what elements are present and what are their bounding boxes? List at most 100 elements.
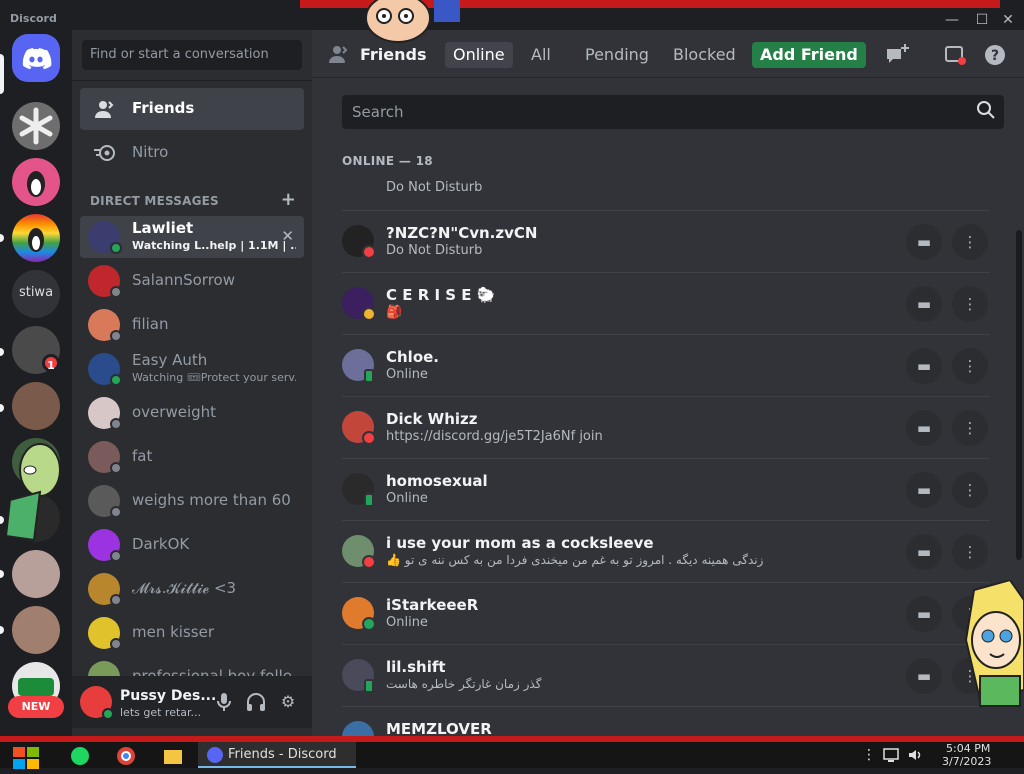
avatar [88, 661, 120, 676]
search-placeholder: Search [352, 103, 404, 121]
friends-search-input[interactable]: Search [342, 95, 1004, 129]
friend-status-text: 👍 زندگی همینه دیگه . امروز تو به غم من م… [386, 553, 764, 567]
friend-status-text: https://discord.gg/je5T2Ja6Nf join [386, 429, 603, 444]
server-icon[interactable] [12, 158, 60, 206]
friend-row[interactable]: Dick Whizz https://discord.gg/je5T2Ja6Nf… [342, 396, 990, 458]
message-icon[interactable]: ▬ [906, 286, 942, 322]
dm-name: 𝓜𝓻𝓼.𝓚𝓲𝓽𝓽𝓲𝓮 <3 [132, 579, 237, 597]
server-icon[interactable] [12, 382, 60, 430]
close-dm-icon[interactable]: ✕ [281, 227, 294, 245]
server-icon[interactable] [12, 606, 60, 654]
add-friend-button[interactable]: Add Friend [752, 42, 866, 68]
more-options-icon[interactable]: ⋮ [952, 410, 988, 446]
more-options-icon[interactable]: ⋮ [952, 286, 988, 322]
dm-item[interactable]: weighs more than 60 [80, 480, 304, 522]
more-options-icon[interactable]: ⋮ [952, 534, 988, 570]
create-dm-button[interactable]: + [281, 189, 296, 210]
more-options-icon[interactable]: ⋮ [952, 348, 988, 384]
new-badge: NEW [8, 696, 64, 718]
find-conversation-input[interactable]: Find or start a conversation [82, 40, 302, 70]
mobile-status-icon [364, 369, 374, 383]
friend-row[interactable]: Chloe. Online ▬ ⋮ [342, 334, 990, 396]
microphone-icon[interactable] [212, 690, 236, 714]
tab-pending[interactable]: Pending [577, 42, 657, 68]
message-icon[interactable]: ▬ [906, 534, 942, 570]
dm-item[interactable]: Easy Auth Watching 🎟Protect your serv... [80, 348, 304, 390]
friends-icon [94, 98, 118, 120]
dm-item[interactable]: DarkOK [80, 524, 304, 566]
friend-row[interactable]: C E R I S E 🐑 🎒 ▬ ⋮ [342, 272, 990, 334]
friend-row[interactable]: lil.shift گذر زمان غارتگر خاطره هاست ▬ ⋮ [342, 644, 990, 706]
nav-label: Nitro [132, 143, 169, 161]
dm-item[interactable]: men kisser [80, 612, 304, 654]
status-dot [102, 708, 114, 720]
dm-item[interactable]: SalannSorrow [80, 260, 304, 302]
message-icon[interactable]: ▬ [906, 224, 942, 260]
friend-status-text: Online [386, 615, 428, 630]
nav-friends[interactable]: Friends [80, 88, 304, 130]
home-button[interactable] [12, 34, 60, 82]
title-bar: Discord — ☐ ✕ [0, 0, 1024, 30]
close-icon[interactable]: ✕ [998, 10, 1018, 30]
tab-all[interactable]: All [523, 42, 559, 68]
windows-start-icon[interactable] [10, 744, 42, 770]
unread-pill [0, 348, 4, 356]
message-icon[interactable]: ▬ [906, 658, 942, 694]
penguin-icon [28, 228, 44, 252]
maximize-icon[interactable]: ☐ [972, 10, 992, 30]
message-icon[interactable]: ▬ [906, 348, 942, 384]
server-icon[interactable] [12, 550, 60, 598]
network-icon[interactable] [882, 746, 900, 767]
tab-blocked[interactable]: Blocked [665, 42, 744, 68]
mention-badge: 1 [42, 354, 60, 372]
friend-name: homosexual [386, 472, 488, 490]
dm-item[interactable]: fat [80, 436, 304, 478]
dm-item[interactable]: 𝓜𝓻𝓼.𝓚𝓲𝓽𝓽𝓲𝓮 <3 [80, 568, 304, 610]
spotify-icon[interactable] [70, 746, 90, 772]
penguin-icon [27, 171, 45, 197]
friend-row[interactable]: Do Not Disturb [342, 178, 990, 206]
new-group-dm-icon[interactable] [884, 42, 910, 68]
help-icon[interactable]: ? [982, 42, 1008, 68]
more-options-icon[interactable]: ⋮ [952, 224, 988, 260]
message-icon[interactable]: ▬ [906, 596, 942, 632]
headphones-icon[interactable] [244, 690, 268, 714]
more-icon[interactable]: ⋮ [862, 747, 876, 763]
nav-nitro[interactable]: Nitro [80, 132, 304, 174]
file-explorer-icon[interactable] [162, 746, 184, 772]
chrome-icon[interactable] [116, 746, 136, 772]
taskbar-discord-button[interactable]: Friends - Discord [198, 742, 356, 768]
volume-icon[interactable] [906, 746, 924, 767]
cartoon-character-icon [964, 580, 1024, 707]
server-stiwa[interactable]: stiwa [12, 270, 60, 318]
scrollbar[interactable] [1016, 230, 1022, 560]
inbox-icon[interactable] [942, 42, 968, 68]
friend-row[interactable]: homosexual Online ▬ ⋮ [342, 458, 990, 520]
dm-item[interactable]: filian [80, 304, 304, 346]
minimize-icon[interactable]: — [942, 10, 962, 30]
friend-row[interactable]: MEMZLOVER [342, 706, 990, 736]
dm-name: Lawliet [132, 219, 194, 237]
clock-date[interactable]: 3/7/2023 [942, 755, 991, 768]
server-label: stiwa [18, 285, 54, 300]
unread-pill [0, 404, 4, 412]
friend-row[interactable]: iStarkeeeR Online ▬ ⋮ [342, 582, 990, 644]
status-dot [110, 330, 122, 342]
dm-item[interactable]: overweight [80, 392, 304, 434]
more-options-icon[interactable]: ⋮ [952, 472, 988, 508]
unread-pill [0, 626, 4, 634]
nav-label: Friends [132, 99, 195, 117]
server-icon[interactable] [12, 214, 60, 262]
status-dot [362, 245, 376, 259]
friend-row[interactable]: i use your mom as a cocksleeve 👍 زندگی ه… [342, 520, 990, 582]
clock-time[interactable]: 5:04 PM [946, 742, 990, 755]
dm-item[interactable]: professional boy folle [80, 656, 304, 676]
message-icon[interactable]: ▬ [906, 472, 942, 508]
dm-item[interactable]: Lawliet Watching L..help | 1.1M | ... ✕ [80, 216, 304, 258]
custom-status: lets get retar... [120, 706, 202, 719]
mobile-status-icon [364, 679, 374, 693]
message-icon[interactable]: ▬ [906, 410, 942, 446]
gear-icon[interactable]: ⚙ [276, 690, 300, 714]
friend-row[interactable]: ?NZC?N"Cvn.zvCN Do Not Disturb ▬ ⋮ [342, 210, 990, 272]
server-icon[interactable] [12, 102, 60, 150]
